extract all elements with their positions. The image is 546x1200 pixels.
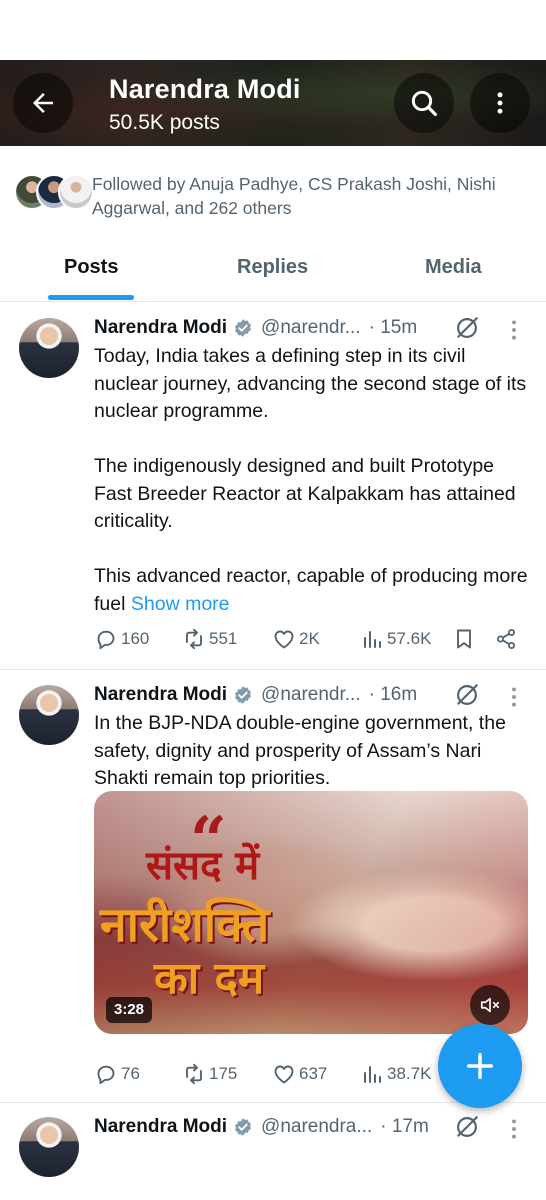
- profile-name: Narendra Modi: [109, 74, 301, 104]
- repost-count: 551: [209, 629, 238, 648]
- avatar[interactable]: [19, 1117, 79, 1177]
- post-count: 50.5K posts: [109, 111, 220, 134]
- grok-icon[interactable]: [454, 315, 480, 341]
- post-actions: 160 551 2K 57.6K: [94, 627, 524, 655]
- arrow-left-icon: [33, 93, 53, 113]
- avatar[interactable]: [19, 685, 79, 745]
- views-button[interactable]: 57.6K: [360, 627, 431, 651]
- status-bar-area: [0, 0, 546, 60]
- post-time: · 16m: [368, 684, 418, 705]
- view-count: 57.6K: [387, 629, 432, 648]
- post-paragraph: Today, India takes a defining step in it…: [94, 345, 527, 422]
- video-thumbnail[interactable]: “ संसद में नारीशक्ति का दम 3:28: [94, 791, 528, 1034]
- verified-badge-icon: [235, 1118, 251, 1136]
- avatar: [58, 174, 94, 210]
- video-duration: 3:28: [106, 997, 153, 1023]
- profile-tabs: Posts Replies Media: [0, 238, 546, 302]
- post-paragraph: In the BJP-NDA double-engine government,…: [94, 712, 506, 789]
- reply-count: 76: [121, 1064, 140, 1083]
- tab-media[interactable]: Media: [425, 256, 482, 279]
- post-header: Narendra Modi @narendra... · 17m: [94, 1114, 429, 1140]
- author-handle: @narendra...: [261, 1116, 373, 1137]
- repost-icon: [186, 1063, 202, 1085]
- followed-by-row[interactable]: Followed by Anuja Padhye, CS Prakash Jos…: [14, 170, 534, 220]
- views-chart-icon: [364, 631, 381, 648]
- views-button[interactable]: 38.7K: [360, 1062, 431, 1086]
- post-header: Narendra Modi @narendr... · 16m: [94, 682, 417, 708]
- post-header: Narendra Modi @narendr... · 15m: [94, 315, 417, 341]
- repost-button[interactable]: 175: [182, 1062, 237, 1086]
- reply-icon: [97, 630, 115, 650]
- followed-by-text: Followed by Anuja Padhye, CS Prakash Jos…: [92, 174, 496, 218]
- repost-icon: [186, 628, 202, 650]
- tab-posts[interactable]: Posts: [64, 256, 118, 279]
- post-more-icon[interactable]: [504, 1116, 524, 1142]
- compose-post-button[interactable]: [438, 1024, 522, 1108]
- share-button[interactable]: [494, 627, 518, 651]
- avatar[interactable]: [19, 318, 79, 378]
- grok-icon[interactable]: [454, 682, 480, 708]
- post[interactable]: Narendra Modi @narendr... · 15m Today, I…: [0, 303, 546, 670]
- post-more-icon[interactable]: [504, 684, 524, 710]
- views-chart-icon: [364, 1066, 381, 1083]
- reply-icon: [97, 1065, 115, 1085]
- bookmark-icon: [457, 629, 471, 649]
- author-name[interactable]: Narendra Modi: [94, 317, 227, 339]
- author-name[interactable]: Narendra Modi: [94, 1116, 227, 1138]
- repost-button[interactable]: 551: [182, 627, 237, 651]
- post-time: · 17m: [380, 1116, 429, 1137]
- post-paragraph: This advanced reactor, capable of produc…: [94, 563, 534, 618]
- post-more-icon[interactable]: [504, 317, 524, 343]
- muted-speaker-icon: [480, 997, 500, 1013]
- post[interactable]: Narendra Modi @narendra... · 17m: [0, 1104, 546, 1200]
- view-count: 38.7K: [387, 1064, 432, 1083]
- mute-button[interactable]: [470, 985, 510, 1025]
- reply-count: 160: [121, 629, 150, 648]
- verified-badge-icon: [235, 686, 251, 704]
- search-icon: [411, 90, 437, 116]
- bookmark-button[interactable]: [452, 627, 476, 651]
- tab-replies[interactable]: Replies: [237, 256, 308, 279]
- share-icon: [497, 629, 515, 649]
- back-button[interactable]: [13, 73, 73, 133]
- like-button[interactable]: 2K: [272, 627, 320, 651]
- selected-tab-indicator: [48, 295, 134, 300]
- video-caption-line: संसद में: [146, 843, 260, 889]
- author-name[interactable]: Narendra Modi: [94, 684, 227, 706]
- author-handle: @narendr...: [261, 317, 361, 338]
- post-paragraph: The indigenously designed and built Prot…: [94, 455, 516, 532]
- heart-icon: [274, 1065, 294, 1084]
- plus-icon: [466, 1052, 494, 1080]
- post-text: Today, India takes a defining step in it…: [94, 343, 534, 618]
- post-time: · 15m: [368, 317, 418, 338]
- show-more-link[interactable]: Show more: [131, 593, 230, 615]
- follower-avatars: [14, 174, 94, 212]
- like-button[interactable]: 637: [272, 1062, 327, 1086]
- profile-header: Narendra Modi 50.5K posts: [0, 60, 546, 146]
- grok-icon[interactable]: [454, 1114, 480, 1140]
- reply-button[interactable]: 160: [94, 627, 149, 651]
- heart-icon: [274, 630, 294, 649]
- reply-button[interactable]: 76: [94, 1062, 140, 1086]
- search-button[interactable]: [394, 73, 454, 133]
- video-caption-line: का दम: [154, 953, 265, 1004]
- post-text: In the BJP-NDA double-engine government,…: [94, 710, 534, 793]
- like-count: 637: [299, 1064, 328, 1083]
- author-handle: @narendr...: [261, 684, 361, 705]
- repost-count: 175: [209, 1064, 238, 1083]
- like-count: 2K: [299, 629, 320, 648]
- more-vertical-icon: [497, 92, 503, 114]
- more-options-button[interactable]: [470, 73, 530, 133]
- verified-badge-icon: [235, 319, 251, 337]
